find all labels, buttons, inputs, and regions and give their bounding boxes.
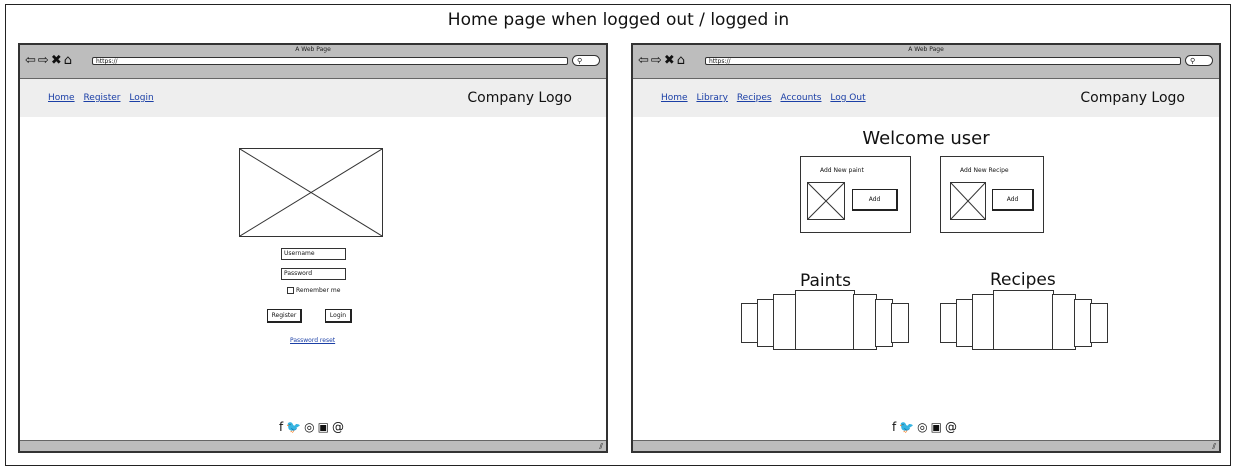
paints-carousel[interactable] bbox=[741, 290, 911, 353]
site-navbar: Home Library Recipes Accounts Log Out Co… bbox=[633, 79, 1219, 117]
status-bar: ⫽ bbox=[633, 440, 1219, 451]
remember-me-label: Remember me bbox=[296, 287, 341, 294]
company-logo: Company Logo bbox=[1080, 90, 1185, 106]
password-input[interactable]: Password bbox=[281, 268, 346, 280]
window-title: A Web Page bbox=[908, 46, 944, 53]
image-placeholder bbox=[239, 148, 383, 237]
at-icon[interactable]: @ bbox=[945, 420, 960, 434]
nav-link-accounts[interactable]: Accounts bbox=[780, 93, 821, 103]
nav-links: Home Library Recipes Accounts Log Out bbox=[661, 93, 872, 103]
add-recipe-card: Add New Recipe Add bbox=[940, 156, 1044, 233]
resize-grip-icon[interactable]: ⫽ bbox=[599, 442, 603, 452]
nav-link-home[interactable]: Home bbox=[661, 93, 688, 103]
recipes-carousel[interactable] bbox=[940, 290, 1110, 353]
browser-window-logged-in: A Web Page ⇦⇨✖⌂ https:// ⚲ Home Library … bbox=[631, 43, 1221, 453]
add-recipe-label: Add New Recipe bbox=[960, 167, 1009, 174]
add-paint-label: Add New paint bbox=[820, 167, 864, 174]
welcome-heading: Welcome user bbox=[862, 128, 990, 149]
at-icon[interactable]: @ bbox=[332, 420, 347, 434]
password-reset-link[interactable]: Password reset bbox=[290, 337, 335, 344]
browser-window-logged-out: A Web Page ⇦⇨✖⌂ https:// ⚲ Home Register… bbox=[18, 43, 608, 453]
status-bar: ⫽ bbox=[20, 440, 606, 451]
add-paint-card: Add New paint Add bbox=[800, 156, 911, 233]
nav-links: Home Register Login bbox=[48, 93, 160, 103]
social-icons: f🐦◎▣@ bbox=[633, 420, 1219, 434]
forward-icon[interactable]: ⇨ bbox=[651, 53, 664, 68]
url-bar[interactable]: https:// bbox=[92, 57, 568, 65]
site-navbar: Home Register Login Company Logo bbox=[20, 79, 606, 117]
close-icon[interactable]: ✖ bbox=[51, 53, 64, 68]
diagram-title: Home page when logged out / logged in bbox=[447, 10, 790, 30]
carousel-slide[interactable] bbox=[773, 294, 797, 350]
url-bar[interactable]: https:// bbox=[705, 57, 1181, 65]
back-icon[interactable]: ⇦ bbox=[638, 53, 651, 68]
carousel-slide[interactable] bbox=[1052, 294, 1076, 350]
paint-image-placeholder bbox=[807, 182, 845, 220]
register-button[interactable]: Register bbox=[267, 309, 302, 323]
search-icon[interactable]: ⚲ bbox=[1185, 55, 1213, 66]
nav-link-login[interactable]: Login bbox=[129, 93, 153, 103]
carousel-slide[interactable] bbox=[1090, 303, 1108, 343]
add-paint-button[interactable]: Add bbox=[852, 189, 898, 211]
linkedin-icon[interactable]: ▣ bbox=[931, 420, 945, 434]
remember-me-row: Remember me bbox=[287, 287, 340, 294]
browser-nav-icons: ⇦⇨✖⌂ bbox=[25, 53, 74, 68]
forward-icon[interactable]: ⇨ bbox=[38, 53, 51, 68]
home-icon[interactable]: ⌂ bbox=[677, 53, 687, 68]
instagram-icon[interactable]: ◎ bbox=[304, 420, 317, 434]
nav-link-register[interactable]: Register bbox=[83, 93, 120, 103]
nav-link-library[interactable]: Library bbox=[696, 93, 727, 103]
resize-grip-icon[interactable]: ⫽ bbox=[1212, 442, 1216, 452]
nav-link-logout[interactable]: Log Out bbox=[830, 93, 865, 103]
window-title: A Web Page bbox=[295, 46, 331, 53]
company-logo: Company Logo bbox=[467, 90, 572, 106]
add-recipe-button[interactable]: Add bbox=[992, 189, 1034, 211]
carousel-slide[interactable] bbox=[853, 294, 877, 350]
remember-me-checkbox[interactable] bbox=[287, 287, 294, 294]
close-icon[interactable]: ✖ bbox=[664, 53, 677, 68]
search-icon[interactable]: ⚲ bbox=[572, 55, 600, 66]
recipes-heading: Recipes bbox=[990, 270, 1056, 290]
twitter-icon[interactable]: 🐦 bbox=[899, 420, 917, 434]
instagram-icon[interactable]: ◎ bbox=[917, 420, 930, 434]
paints-heading: Paints bbox=[800, 271, 851, 291]
nav-link-recipes[interactable]: Recipes bbox=[737, 93, 772, 103]
carousel-slide-active[interactable] bbox=[993, 290, 1054, 350]
social-icons: f🐦◎▣@ bbox=[20, 420, 606, 434]
login-button[interactable]: Login bbox=[325, 309, 352, 323]
username-input[interactable]: Username bbox=[281, 248, 346, 260]
browser-chrome: A Web Page ⇦⇨✖⌂ https:// ⚲ bbox=[633, 45, 1219, 79]
twitter-icon[interactable]: 🐦 bbox=[286, 420, 304, 434]
carousel-slide[interactable] bbox=[891, 303, 909, 343]
browser-chrome: A Web Page ⇦⇨✖⌂ https:// ⚲ bbox=[20, 45, 606, 79]
browser-nav-icons: ⇦⇨✖⌂ bbox=[638, 53, 687, 68]
home-icon[interactable]: ⌂ bbox=[64, 53, 74, 68]
recipe-image-placeholder bbox=[950, 182, 986, 220]
back-icon[interactable]: ⇦ bbox=[25, 53, 38, 68]
linkedin-icon[interactable]: ▣ bbox=[318, 420, 332, 434]
nav-link-home[interactable]: Home bbox=[48, 93, 75, 103]
carousel-slide-active[interactable] bbox=[795, 290, 855, 350]
